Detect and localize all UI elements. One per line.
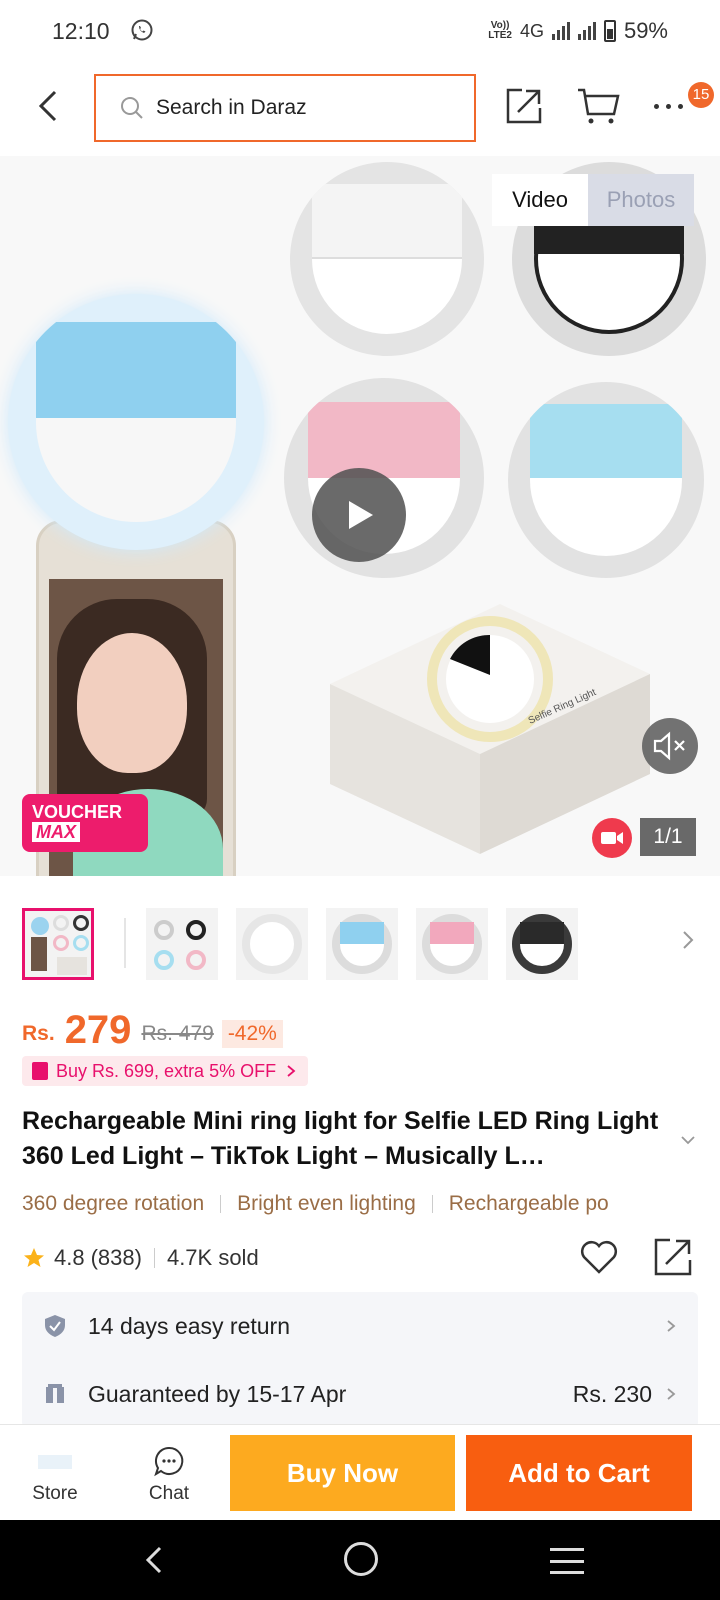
product-image-gallery[interactable]: Selfie Ring Light Video Photos VOUCHER M…: [0, 156, 720, 876]
promo-banner[interactable]: Buy Rs. 699, extra 5% OFF: [22, 1056, 309, 1086]
network-type: 4G: [519, 20, 544, 41]
rating-row[interactable]: 4.8 (838) 4.7K sold: [22, 1238, 259, 1278]
chevron-right-icon: [667, 1388, 676, 1400]
volte-indicator: Vo)) LTE2: [488, 21, 512, 41]
review-count: (838): [90, 1245, 142, 1270]
thumbnail-item[interactable]: [22, 908, 94, 980]
system-nav-bar: [0, 1520, 720, 1600]
chevron-down-icon[interactable]: [678, 1130, 698, 1150]
store-button[interactable]: Store: [22, 1445, 88, 1509]
voucher-label: VOUCHER: [32, 802, 123, 822]
chat-label: Chat: [148, 1483, 190, 1504]
tab-video[interactable]: Video: [492, 174, 588, 226]
nav-home-icon[interactable]: [344, 1542, 378, 1576]
battery-icon: [603, 20, 616, 42]
store-label: Store: [32, 1483, 78, 1504]
add-to-cart-button[interactable]: Add to Cart: [466, 1435, 692, 1511]
thumbnail-item[interactable]: [506, 908, 578, 980]
cart-badge: 15: [688, 82, 714, 108]
delivery-fee: Rs. 230: [572, 1380, 652, 1407]
price-current: 279: [64, 1008, 132, 1052]
share-icon[interactable]: [504, 86, 544, 126]
product-box-image: Selfie Ring Light: [330, 604, 650, 854]
status-indicators: Vo)) LTE2 4G 59%: [488, 18, 668, 44]
volume-mute-icon: [653, 731, 685, 761]
tab-photos[interactable]: Photos: [588, 174, 694, 226]
mute-button[interactable]: [642, 718, 698, 774]
delivery-row[interactable]: Guaranteed by 15-17 Apr Rs. 230: [22, 1360, 698, 1428]
feature-divider: [220, 1195, 222, 1213]
service-card: 14 days easy return Guaranteed by 15-17 …: [22, 1292, 698, 1428]
promo-text: Buy Rs. 699, extra 5% OFF: [56, 1060, 277, 1081]
search-icon: [121, 97, 143, 119]
delivery-text: Guaranteed by 15-17 Apr: [88, 1380, 347, 1407]
cart-icon[interactable]: [576, 86, 620, 126]
chat-button[interactable]: Chat: [136, 1445, 202, 1509]
shield-check-icon: [45, 1315, 65, 1337]
return-policy-text: 14 days easy return: [88, 1312, 291, 1339]
price-original: Rs. 479: [141, 1022, 214, 1045]
status-bar: 12:10 Vo)) LTE2 4G 59%: [0, 0, 720, 62]
feature-divider: [431, 1195, 433, 1213]
voucher-max-badge: VOUCHER MAX: [22, 794, 148, 852]
video-camera-icon[interactable]: [592, 818, 632, 858]
chat-icon: [154, 1446, 184, 1477]
product-title: Rechargeable Mini ring light for Selfie …: [22, 1107, 659, 1170]
back-button[interactable]: [28, 86, 68, 126]
nav-back-icon[interactable]: [140, 1544, 172, 1576]
lte-label: LTE2: [488, 30, 512, 41]
heart-icon[interactable]: [578, 1236, 620, 1278]
image-page-counter: 1/1: [640, 818, 696, 856]
rating-value: 4.8: [54, 1245, 85, 1270]
chevron-right-icon: [667, 1320, 676, 1332]
promo-tag-icon: [32, 1062, 48, 1080]
signal-icon-2: [577, 22, 596, 40]
chevron-right-icon: [287, 1065, 296, 1077]
price-row: Rs. 279 Rs. 479 -42%: [22, 1004, 283, 1052]
status-time: 12:10: [52, 18, 110, 44]
ring-blue: [508, 382, 704, 578]
play-video-button[interactable]: [312, 468, 406, 562]
thumbnail-item[interactable]: [146, 908, 218, 980]
thumbnail-strip: [0, 904, 720, 984]
store-logo: [38, 1455, 72, 1469]
feature-item: Bright even lighting: [237, 1192, 416, 1215]
battery-level: 59%: [623, 18, 668, 43]
thumbnail-item[interactable]: [416, 908, 488, 980]
buy-now-button[interactable]: Buy Now: [230, 1435, 455, 1511]
search-placeholder: Search in Daraz: [156, 96, 307, 119]
chevron-right-icon[interactable]: [676, 928, 700, 952]
rating-divider: [153, 1248, 155, 1268]
bottom-action-bar: Store Chat Buy Now Add to Cart: [0, 1424, 720, 1520]
feature-highlights: 360 degree rotation Bright even lighting…: [22, 1186, 698, 1222]
package-icon: [46, 1384, 64, 1403]
ring-white: [290, 162, 484, 356]
whatsapp-icon: [131, 19, 153, 41]
voucher-max-label: MAX: [32, 822, 80, 842]
nav-recents-icon[interactable]: [550, 1548, 584, 1574]
signal-icon: [551, 22, 570, 40]
media-toggle[interactable]: Video Photos: [492, 174, 694, 226]
thumbnail-item[interactable]: [326, 908, 398, 980]
search-input[interactable]: Search in Daraz: [94, 74, 476, 142]
chevron-left-icon: [38, 90, 57, 122]
sold-count: 4.7K sold: [166, 1245, 259, 1270]
star-icon: [24, 1248, 44, 1267]
share-icon[interactable]: [652, 1236, 694, 1278]
price-currency: Rs.: [22, 1022, 55, 1045]
play-icon: [349, 501, 373, 529]
camera-glyph: [601, 832, 623, 844]
feature-item: Rechargeable po: [448, 1192, 609, 1215]
ring-light-on-phone: [8, 294, 264, 550]
feature-item: 360 degree rotation: [22, 1192, 205, 1215]
thumbnail-item[interactable]: [236, 908, 308, 980]
discount-badge: -42%: [221, 1020, 283, 1048]
return-policy-row[interactable]: 14 days easy return: [22, 1292, 698, 1360]
thumbnail-divider: [124, 918, 126, 968]
